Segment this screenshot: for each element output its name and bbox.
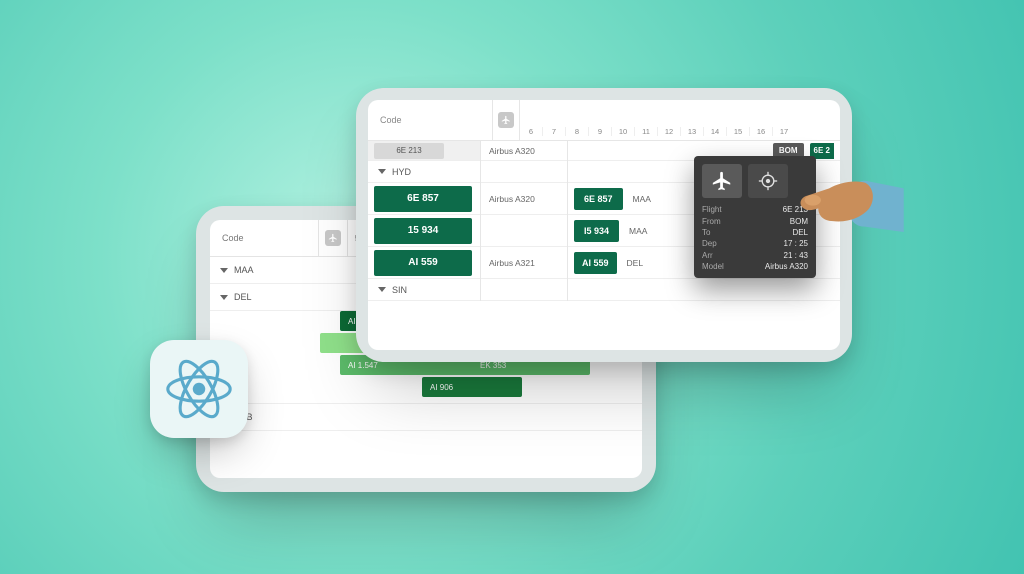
destination-code: MAA — [633, 194, 651, 204]
aircraft-model: Airbus A321 — [481, 258, 535, 268]
aircraft-model: Airbus A320 — [481, 194, 535, 204]
plane-icon — [498, 112, 514, 128]
flight-code-pill: 6E 857 — [374, 186, 472, 212]
tick: 7 — [542, 127, 565, 136]
column-header-code[interactable]: Code — [210, 220, 319, 256]
chevron-down-icon — [378, 287, 386, 292]
tick: 13 — [680, 127, 703, 136]
tooltip-key: To — [702, 227, 738, 238]
column-header-plane[interactable] — [493, 100, 520, 140]
tooltip-key: Flight — [702, 204, 738, 215]
column-header-code[interactable]: Code — [368, 100, 493, 140]
destination-code: DEL — [627, 258, 644, 268]
chevron-down-icon — [378, 169, 386, 174]
plane-icon — [325, 230, 341, 246]
group-label: DEL — [234, 292, 252, 302]
group-label: HYD — [392, 167, 411, 177]
tooltip-key: From — [702, 215, 738, 226]
tick: 17 — [772, 127, 795, 136]
tick: 12 — [657, 127, 680, 136]
group-hyd[interactable]: HYD — [368, 161, 480, 183]
back-group-dxb[interactable]: DXB — [210, 403, 642, 431]
tooltip-plane-icon — [702, 164, 742, 198]
flight-code-pill: 6E 213 — [374, 143, 444, 159]
tick: 10 — [611, 127, 634, 136]
chevron-down-icon — [220, 295, 228, 300]
flight-tooltip: Flight6E 213 From BOM To DEL Dep 17 : 25… — [694, 156, 816, 278]
gantt-bar[interactable]: AI 559 — [574, 252, 617, 274]
table-row[interactable]: 15 934 — [368, 215, 480, 247]
react-logo-badge — [150, 340, 248, 438]
flight-code-pill: AI 559 — [374, 250, 472, 276]
column-header-plane[interactable] — [319, 220, 348, 256]
table-row: Airbus A321 — [481, 247, 567, 279]
aircraft-model: Airbus A320 — [481, 146, 535, 156]
group-label: MAA — [234, 265, 254, 275]
tooltip-key: Model — [702, 261, 738, 272]
tooltip-table: Flight6E 213 From BOM To DEL Dep 17 : 25… — [702, 204, 808, 272]
gantt-bar[interactable]: 6E 857 — [574, 188, 623, 210]
spacer — [568, 279, 840, 301]
tooltip-key: Arr — [702, 250, 738, 261]
table-row[interactable]: 6E 857 — [368, 183, 480, 215]
spacer — [481, 279, 567, 301]
front-header: Code 6 7 8 9 10 11 12 13 14 15 16 — [368, 100, 840, 141]
gantt-bar[interactable]: AI 906 — [422, 377, 522, 397]
tooltip-value: DEL — [738, 227, 808, 238]
flight-code-pill: 15 934 — [374, 218, 472, 244]
front-time-ticks: 6 7 8 9 10 11 12 13 14 15 16 17 — [520, 100, 840, 140]
tick: 6 — [520, 127, 542, 136]
tooltip-target-icon[interactable] — [748, 164, 788, 198]
tick: 15 — [726, 127, 749, 136]
tick: 11 — [634, 127, 657, 136]
tooltip-value: 17 : 25 — [738, 238, 808, 249]
chevron-down-icon — [220, 268, 228, 273]
table-row: Airbus A320 — [481, 141, 567, 161]
group-sin[interactable]: SIN — [368, 279, 480, 301]
tick: 8 — [565, 127, 588, 136]
group-label: SIN — [392, 285, 407, 295]
table-row[interactable]: AI 559 — [368, 247, 480, 279]
destination-code: MAA — [629, 226, 647, 236]
tooltip-key: Dep — [702, 238, 738, 249]
tooltip-value: BOM — [738, 215, 808, 226]
spacer — [481, 161, 567, 183]
front-model-column: Airbus A320 Airbus A320 Airbus A321 — [481, 141, 568, 301]
tick: 14 — [703, 127, 726, 136]
table-row — [481, 215, 567, 247]
gantt-bar[interactable]: I5 934 — [574, 220, 619, 242]
table-row[interactable]: 6E 213 — [368, 141, 480, 161]
tooltip-value: 21 : 43 — [738, 250, 808, 261]
tick: 9 — [588, 127, 611, 136]
tooltip-value: Airbus A320 — [738, 261, 808, 272]
tooltip-value: 6E 213 — [738, 204, 808, 215]
react-icon — [165, 355, 233, 423]
front-code-column: 6E 213 HYD 6E 857 15 934 AI 559 SIN — [368, 141, 481, 301]
table-row: Airbus A320 — [481, 183, 567, 215]
tick: 16 — [749, 127, 772, 136]
